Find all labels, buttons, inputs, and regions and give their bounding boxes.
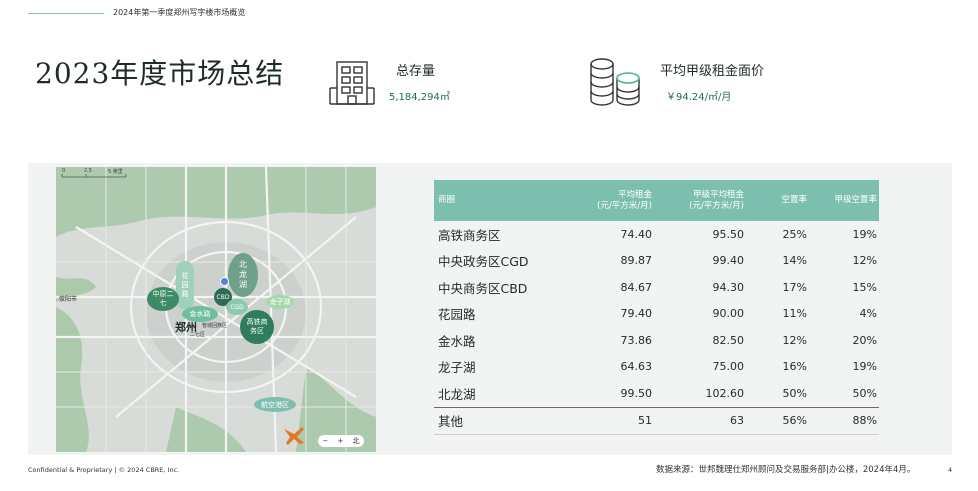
cell-a-vacancy: 4% [859,307,877,321]
county-label: 荥阳市 [59,296,78,303]
bubble-hangkonggang-label: 航空港区 [261,400,289,409]
header-subtitle: 2024年第一季度郑州写字楼市场概览 [113,8,246,17]
table-row: 中央政务区CGD 89.87 99.40 14% 12% [434,248,879,275]
bubble-huayuanlu[interactable]: 花园路 [176,261,194,309]
cell-vacancy: 16% [782,360,807,374]
bubble-zhongyuan-erqi[interactable]: 中原二七 [147,287,179,311]
cell-a-rent: 82.50 [712,333,745,347]
cell-avg-rent: 89.87 [620,254,653,268]
page-title: 2023年度市场总结 [35,57,285,90]
col-header-a-vacancy: 甲级空置率 [809,180,879,221]
cell-vacancy: 17% [782,280,807,294]
col-header-vacancy: 空置率 [746,180,809,221]
cell-name: 中央商务区CBD [438,280,528,296]
page-number: 4 [948,466,953,474]
footer-source: 数据来源：世邦魏理仕郑州顾问及交易服务部|办公楼，2024年4月。 [656,465,916,475]
header-accent-line [28,13,104,14]
cell-vacancy: 11% [782,307,807,321]
cell-a-rent: 94.30 [712,280,745,294]
compass-icon[interactable]: 北 [352,436,359,446]
stat-total-stock-label: 总存量 [396,64,436,79]
office-building-icon [328,58,376,106]
zone-label: 管城回族区 [202,323,228,329]
stat-total-stock-value: 5,184,294㎡ [389,92,450,103]
table-row: 龙子湖 64.63 75.00 16% 19% [434,354,879,381]
cell-a-rent: 75.00 [712,360,745,374]
col-header-avg-rent: 平均租金 (元/平方米/月) [552,180,654,221]
bubble-cbd-label: CBD [216,293,230,301]
cell-a-vacancy: 12% [852,254,877,268]
cell-vacancy: 12% [782,333,807,347]
cell-name: 北龙湖 [438,386,476,402]
cell-a-rent: 95.50 [712,227,745,241]
market-table: 商圈 平均租金 (元/平方米/月) 甲级平均租金 (元/平方米/月) 空置率 甲… [434,180,879,435]
table-row: 花园路 79.40 90.00 11% 4% [434,301,879,328]
zoom-in-button[interactable]: + [337,437,343,445]
cell-avg-rent: 99.50 [620,386,653,400]
col-header-a-rent: 甲级平均租金 (元/平方米/月) [654,180,746,221]
footer-copyright: Confidential & Proprietary | © 2024 CBRE… [28,466,180,474]
cell-name: 金水路 [438,333,476,349]
scale-label: 5 英里 [108,169,123,175]
cell-name: 中央政务区CGD [438,254,529,270]
cell-name: 高铁商务区 [438,227,501,243]
table-row: 北龙湖 99.50 102.60 50% 50% [434,380,879,407]
bubble-cgd[interactable]: CGD [226,299,248,315]
bubble-cgd-label: CGD [230,303,244,311]
bubble-longzihu-label: 龙子湖 [269,298,291,306]
cell-a-rent: 63 [654,406,746,435]
cell-avg-rent: 74.40 [620,227,653,241]
bubble-beilonghu[interactable]: 北龙湖 [228,253,258,297]
cell-avg-rent: 51 [552,406,654,435]
cell-name: 其他 [434,406,552,435]
map-controls: − + 北 [318,435,364,447]
bubble-hangkonggang[interactable]: 航空港区 [254,397,296,412]
cell-a-vacancy: 19% [852,227,877,241]
scale-tick-1: 2.5 [84,168,92,174]
bubble-gaotie[interactable]: 高铁商务区 [240,310,274,344]
table-row: 中央商务区CBD 84.67 94.30 17% 15% [434,274,879,301]
table-row: 高铁商务区 74.40 95.50 25% 19% [434,221,879,248]
bubble-jinshuilu-label: 金水路 [189,310,211,318]
cell-a-vacancy: 50% [852,386,877,400]
cell-a-rent: 102.60 [705,386,745,400]
cell-name: 花园路 [438,307,476,323]
col-header-district: 商圈 [434,180,552,221]
cell-a-vacancy: 20% [852,333,877,347]
bubble-jinshuilu[interactable]: 金水路 [182,306,218,322]
table-header: 商圈 平均租金 (元/平方米/月) 甲级平均租金 (元/平方米/月) 空置率 甲… [434,180,879,221]
cell-vacancy: 56% [746,406,809,435]
bubble-longzihu[interactable]: 龙子湖 [266,295,294,309]
coin-stack-icon [588,56,642,106]
stat-rent-label: 平均甲级租金面价 [660,64,765,79]
scale-tick-0: 0 [62,168,66,174]
bubble-gaotie-label: 高铁商务区 [246,318,268,335]
cell-a-rent: 99.40 [712,254,745,268]
cell-avg-rent: 79.40 [620,307,653,321]
district-label: 二七区 [190,332,206,338]
location-marker[interactable] [220,277,229,286]
cell-name: 龙子湖 [438,360,476,376]
cell-vacancy: 14% [782,254,807,268]
cell-a-vacancy: 88% [809,406,879,435]
table-row: 金水路 73.86 82.50 12% 20% [434,327,879,354]
bubble-huayuanlu-label: 花园路 [181,271,189,298]
stat-rent-value: ￥94.24/㎡/月 [666,92,732,103]
cell-a-rent: 90.00 [712,307,745,321]
cell-avg-rent: 73.86 [620,333,653,347]
cell-avg-rent: 84.67 [620,280,653,294]
zoom-out-button[interactable]: − [323,437,329,445]
bubble-beilonghu-label: 北龙湖 [239,260,247,289]
cell-avg-rent: 64.63 [620,360,653,374]
table-row: 其他 51 63 56% 88% [434,406,879,435]
bubble-zhongyuan-erqi-label: 中原二七 [152,290,174,307]
market-map[interactable]: 0 2.5 5 英里 荥阳市 郑州 二七区 管城回族区 北龙湖 花园路 中原二七… [56,167,376,452]
cell-a-vacancy: 19% [852,360,877,374]
cell-vacancy: 25% [782,227,807,241]
cell-vacancy: 50% [782,386,807,400]
cell-a-vacancy: 15% [852,280,877,294]
